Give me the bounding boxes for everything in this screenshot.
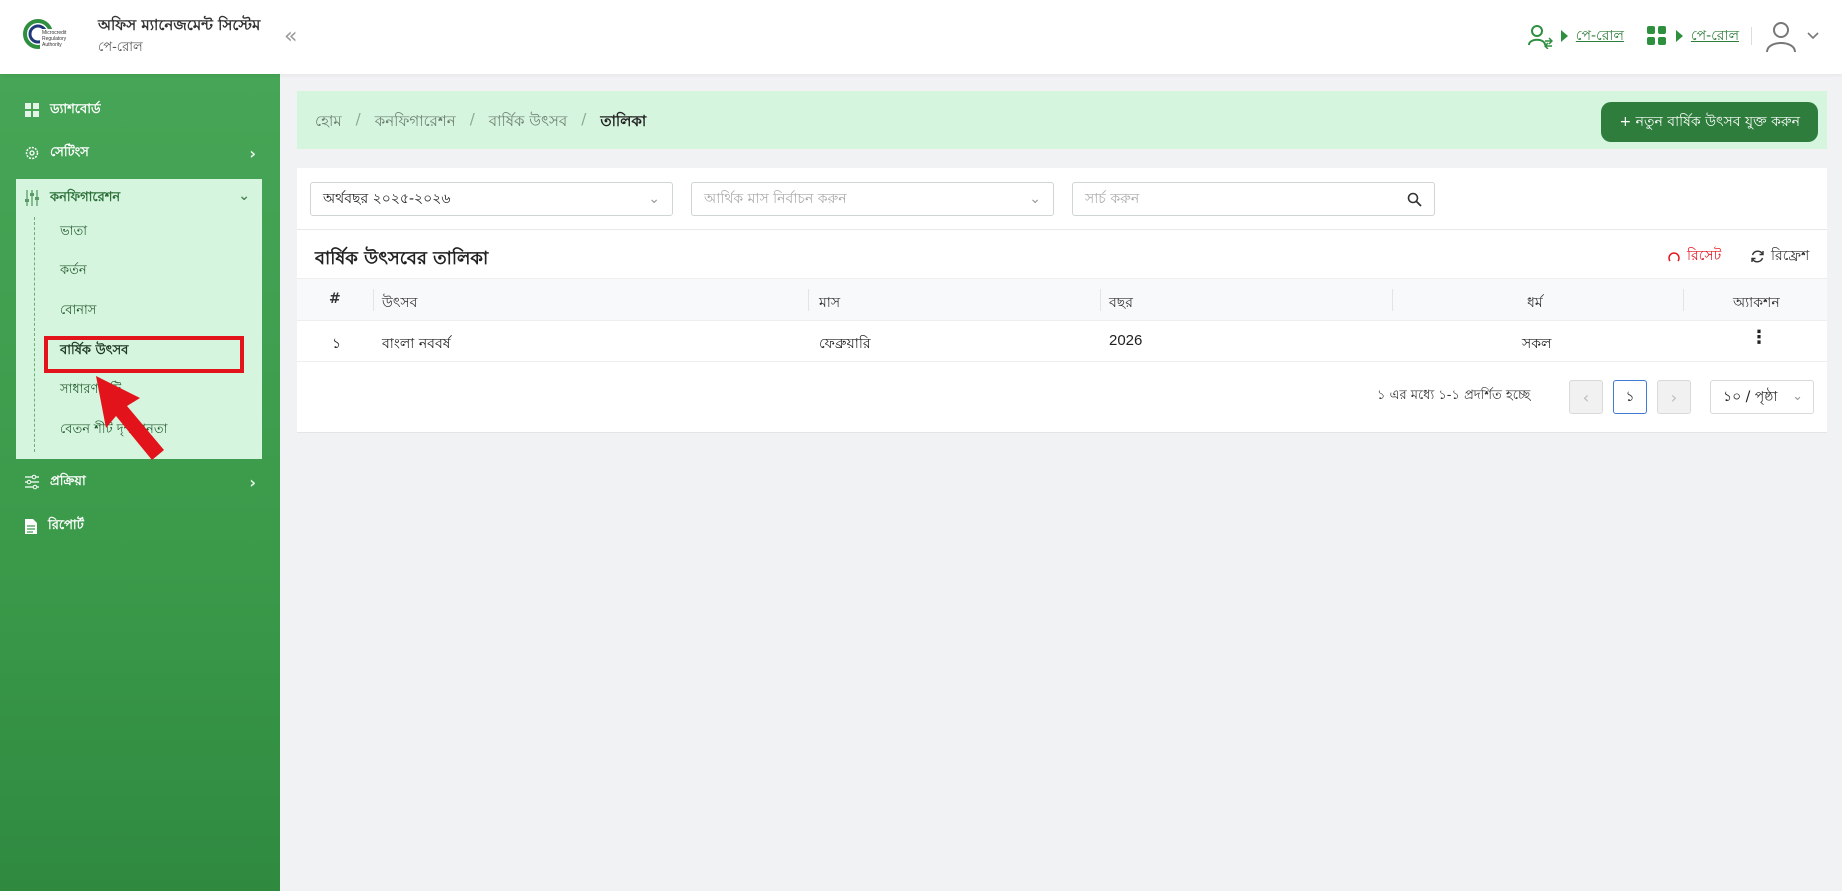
page-size-select[interactable]: ১০ / পৃষ্ঠা ⌄ [1710,380,1814,414]
cell-month: ফেব্রুয়ারি [819,336,871,352]
cell-year: 2026 [1109,332,1143,349]
breadcrumb-bar: হোম / কনফিগারেশন / বার্ষিক উৎসব / তালিকা… [297,91,1827,149]
sidebar-item-configuration[interactable]: কনফিগারেশন ⌄ [24,187,256,209]
reset-button[interactable]: রিসেট [1667,244,1721,268]
caret-right-icon [1675,30,1683,42]
reset-label: রিসেট [1687,248,1722,264]
document-icon [25,518,37,534]
caret-right-icon [1560,30,1568,42]
breadcrumb-configuration[interactable]: কনফিগারেশন [375,110,456,135]
table-row: ১ বাংলা নববর্ষ ফেব্রুয়ারি 2026 সকল ⋮ [297,321,1827,362]
dashboard-icon [25,103,39,117]
user-switch-icon[interactable] [1527,23,1553,49]
payroll-link-2[interactable]: পে-রোল [1691,24,1739,48]
divider [1751,27,1752,45]
sidebar-label: রিপোর্ট [48,517,84,533]
column-divider [1100,289,1101,311]
month-placeholder: আর্থিক মাস নির্বাচন করুন [704,191,847,207]
prev-page-button[interactable]: ‹ [1569,380,1603,414]
refresh-icon [1751,250,1764,262]
breadcrumb-separator: / [469,110,475,128]
reset-icon [1668,252,1680,262]
column-divider [1392,289,1393,311]
sidebar: ড্যাশবোর্ড সেটিংস › কনফিগারেশন ⌄ ভাতা কর… [0,74,280,891]
collapse-sidebar-icon[interactable]: « [284,24,297,49]
sidebar-item-settings[interactable]: সেটিংস › [24,141,256,165]
refresh-label: রিফ্রেশ [1771,248,1810,264]
chevron-down-icon[interactable] [1806,31,1820,41]
column-divider [1683,289,1684,311]
table-title: বার্ষিক উৎসবের তালিকা [315,248,489,269]
column-header: বছর [1109,295,1133,311]
chevron-down-icon: ⌄ [1029,191,1041,207]
app-title: অফিস ম্যানেজমেন্ট সিস্টেম [98,16,261,34]
sidebar-item-process[interactable]: প্রক্রিয়া › [24,470,256,494]
submenu-item-bonus[interactable]: বোনাস [60,301,96,322]
fiscal-year-select[interactable]: অর্থবছর ২০২৫-২০২৬ ⌄ [310,182,673,216]
add-annual-festival-button[interactable]: + নতুন বার্ষিক উৎসব যুক্ত করুন [1601,102,1818,142]
breadcrumb-annual-festival[interactable]: বার্ষিক উৎসব [489,110,567,135]
breadcrumb-current: তালিকা [600,112,647,130]
month-select[interactable]: আর্থিক মাস নির্বাচন করুন ⌄ [691,182,1054,216]
sidebar-label: কনফিগারেশন [50,189,121,205]
user-avatar-icon[interactable] [1764,19,1798,53]
chevron-down-icon: ⌄ [1792,389,1803,404]
sliders-icon [25,190,39,206]
app-subtitle: পে-রোল [98,40,143,55]
top-header: Microcredit Regulatory Authority অফিস ম্… [0,0,1842,74]
cell-religion: সকল [1522,336,1552,352]
chevron-right-icon: › [249,472,256,492]
table-header: # উৎসব মাস বছর ধর্ম অ্যাকশন [297,278,1827,321]
filter-panel: অর্থবছর ২০২৫-২০২৬ ⌄ আর্থিক মাস নির্বাচন … [297,168,1827,230]
chevron-down-icon: ⌄ [238,188,250,204]
search-placeholder: সার্চ করুন [1085,191,1140,207]
breadcrumb-separator: / [581,110,587,128]
page-number-button[interactable]: ১ [1613,380,1647,414]
search-input[interactable]: সার্চ করুন [1072,182,1435,216]
red-arrow-icon [96,376,164,460]
cell-number: ১ [332,336,342,352]
chevron-right-icon: › [249,143,256,163]
gear-icon [25,146,39,160]
column-header: মাস [819,295,841,311]
search-icon[interactable] [1407,192,1422,207]
column-header: # [329,291,341,307]
submenu-item-deduction[interactable]: কর্তন [60,261,87,282]
apps-grid-icon[interactable] [1646,25,1668,47]
sliders-horizontal-icon [25,474,39,490]
cell-festival: বাংলা নববর্ষ [382,336,451,352]
breadcrumb: হোম / কনফিগারেশন / বার্ষিক উৎসব / তালিকা [315,110,646,135]
sidebar-label: ড্যাশবোর্ড [50,101,101,117]
row-actions-icon[interactable]: ⋮ [1750,327,1768,348]
tree-line [34,217,35,452]
sidebar-label: সেটিংস [50,144,89,160]
column-header: ধর্ম [1527,295,1543,311]
refresh-button[interactable]: রিফ্রেশ [1750,244,1809,268]
next-page-button[interactable]: › [1657,380,1691,414]
svg-text:Authority: Authority [42,42,62,48]
chevron-down-icon: ⌄ [648,191,660,207]
column-header: অ্যাকশন [1733,295,1780,311]
sidebar-item-dashboard[interactable]: ড্যাশবোর্ড [24,98,101,122]
festival-table-panel: বার্ষিক উৎসবের তালিকা রিসেট রিফ্রেশ # উৎ… [297,230,1827,433]
breadcrumb-home[interactable]: হোম [315,110,342,135]
payroll-link-1[interactable]: পে-রোল [1576,24,1624,48]
sidebar-item-report[interactable]: রিপোর্ট [24,514,84,538]
mra-logo-icon: Microcredit Regulatory Authority [23,19,76,49]
page-size-value: ১০ / পৃষ্ঠা [1723,389,1778,405]
header-actions: পে-রোল পে-রোল [1527,18,1820,54]
column-header: উৎসব [382,295,418,311]
fiscal-year-value: অর্থবছর ২০২৫-২০২৬ [323,191,451,207]
submenu-item-annual-festival[interactable]: বার্ষিক উৎসব [60,341,128,362]
breadcrumb-separator: / [355,110,361,128]
submenu-item-allowance[interactable]: ভাতা [60,222,87,243]
column-divider [373,289,374,311]
pagination-info: ১ এর মধ্যে ১-১ প্রদর্শিত হচ্ছে [1377,388,1531,403]
sidebar-label: প্রক্রিয়া [50,473,86,489]
column-divider [808,289,809,311]
